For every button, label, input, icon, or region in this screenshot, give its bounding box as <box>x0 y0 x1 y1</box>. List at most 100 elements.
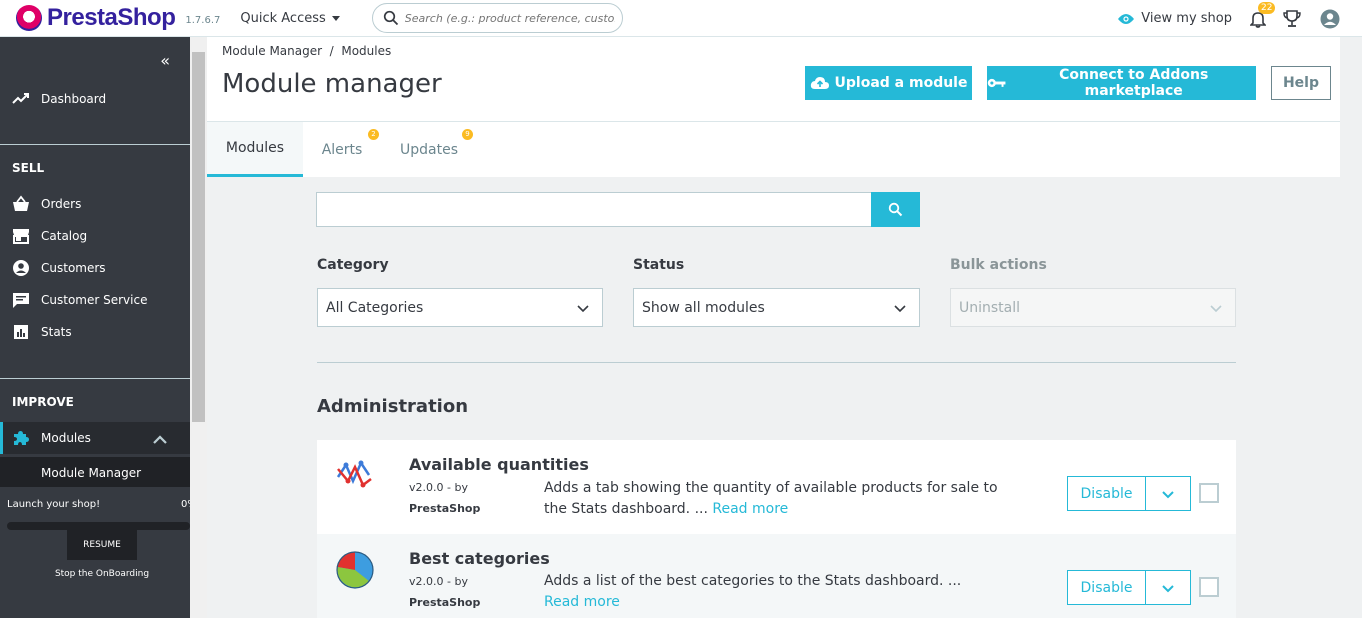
connect-addons-button[interactable]: Connect to Addons marketplace <box>987 66 1256 100</box>
brand-name: PrestaShop <box>47 4 176 31</box>
category-select[interactable]: All Categories <box>317 288 603 327</box>
sidebar-item-label: Catalog <box>41 229 88 243</box>
quick-access-label: Quick Access <box>240 10 326 26</box>
bulk-actions-select: Uninstall <box>950 288 1236 327</box>
line-chart-icon <box>336 460 372 488</box>
disable-button[interactable]: Disable <box>1067 570 1146 605</box>
stop-onboarding-link[interactable]: Stop the OnBoarding <box>0 569 204 579</box>
page-header: Module Manager / Modules Module manager … <box>207 37 1340 177</box>
chevron-down-icon <box>1162 584 1174 592</box>
module-description-text: Adds a list of the best categories to th… <box>544 573 962 589</box>
sidebar-item-customers[interactable]: Customers <box>0 252 190 284</box>
eye-icon <box>1118 13 1135 24</box>
sidebar: « Dashboard SELL Orders Catalog Customer… <box>0 37 197 618</box>
status-select[interactable]: Show all modules <box>633 288 920 327</box>
module-version: v2.0.0 - by <box>409 481 468 494</box>
section-title: Administration <box>317 396 469 417</box>
sidebar-item-label: Modules <box>41 431 91 445</box>
trophy-button[interactable] <box>1282 9 1302 29</box>
category-value: All Categories <box>326 299 424 316</box>
sidebar-item-label: Customers <box>41 261 106 275</box>
sidebar-item-label: Dashboard <box>41 92 107 106</box>
sidebar-item-modules[interactable]: Modules <box>0 422 190 454</box>
upload-module-button[interactable]: Upload a module <box>805 66 972 100</box>
bar-chart-icon <box>14 325 28 339</box>
header-search <box>371 3 623 33</box>
header-search-input[interactable] <box>404 11 615 25</box>
sidebar-item-catalog[interactable]: Catalog <box>0 220 190 252</box>
tab-alerts[interactable]: Alerts 2 <box>303 122 381 177</box>
module-author: PrestaShop <box>409 502 481 515</box>
sidebar-item-module-manager[interactable]: Module Manager <box>0 457 190 489</box>
sidebar-item-orders[interactable]: Orders <box>0 188 190 220</box>
tab-label: Alerts <box>321 141 363 158</box>
user-menu[interactable] <box>1320 9 1340 29</box>
onboarding-title: Launch your shop! <box>7 499 101 510</box>
module-row: Available quantities v2.0.0 - by PrestaS… <box>317 440 1236 534</box>
sidebar-item-dashboard[interactable]: Dashboard <box>0 83 190 115</box>
module-row: Best categories v2.0.0 - by PrestaShop A… <box>317 534 1236 618</box>
module-name: Available quantities <box>409 455 589 474</box>
puzzle-icon <box>14 431 29 445</box>
sidebar-item-label: Customer Service <box>41 293 148 307</box>
sidebar-divider <box>0 144 190 145</box>
module-select-checkbox[interactable] <box>1199 577 1219 597</box>
module-actions-dropdown[interactable] <box>1145 476 1191 511</box>
chat-icon <box>13 293 29 308</box>
category-label: Category <box>317 257 389 273</box>
sidebar-scrollbar[interactable] <box>190 37 207 618</box>
breadcrumb[interactable]: Module Manager / Modules <box>222 44 391 58</box>
read-more-link[interactable]: Read more <box>712 501 788 517</box>
module-search-button[interactable] <box>871 192 920 227</box>
basket-icon <box>13 195 29 211</box>
sidebar-item-label: Stats <box>41 325 72 339</box>
trending-up-icon <box>12 93 29 104</box>
logo[interactable]: PrestaShop 1.7.6.7 <box>16 4 220 32</box>
key-icon <box>987 78 1006 88</box>
caret-down-icon <box>331 15 340 21</box>
collapse-sidebar-icon[interactable]: « <box>160 51 170 70</box>
module-actions-dropdown[interactable] <box>1145 570 1191 605</box>
search-icon <box>383 10 398 26</box>
tab-label: Modules <box>225 140 285 156</box>
notifications-badge: 22 <box>1258 1 1276 14</box>
sidebar-item-stats[interactable]: Stats <box>0 316 190 348</box>
sidebar-divider <box>0 378 190 379</box>
scrollbar-thumb[interactable] <box>192 52 205 422</box>
help-button[interactable]: Help <box>1271 66 1331 100</box>
module-author: PrestaShop <box>409 596 481 609</box>
view-shop-link[interactable]: View my shop <box>1117 11 1232 26</box>
notifications-button[interactable]: 22 <box>1250 1 1276 28</box>
tab-modules[interactable]: Modules <box>207 122 303 177</box>
sidebar-item-label: Orders <box>41 197 82 211</box>
module-description: Adds a list of the best categories to th… <box>544 571 974 613</box>
onboarding-progress-bar <box>7 522 190 530</box>
version-label: 1.7.6.7 <box>185 14 221 26</box>
top-header: PrestaShop 1.7.6.7 Quick Access View my … <box>0 0 1362 37</box>
updates-badge: 9 <box>462 129 473 140</box>
disable-button[interactable]: Disable <box>1067 476 1146 511</box>
prestashop-logo-icon <box>16 5 42 31</box>
account-circle-icon <box>13 260 29 276</box>
chevron-down-icon <box>894 305 906 313</box>
module-name: Best categories <box>409 549 550 568</box>
read-more-link[interactable]: Read more <box>544 594 620 610</box>
bulk-actions-label: Bulk actions <box>950 257 1047 273</box>
sidebar-item-customer-service[interactable]: Customer Service <box>0 284 190 316</box>
filter-divider <box>317 362 1236 363</box>
connect-addons-label: Connect to Addons marketplace <box>1059 67 1209 99</box>
status-label: Status <box>633 257 685 273</box>
module-select-checkbox[interactable] <box>1199 483 1219 503</box>
search-icon <box>888 202 903 217</box>
resume-button[interactable]: RESUME <box>67 530 137 560</box>
cloud-upload-icon <box>810 77 829 89</box>
pie-chart-icon <box>336 551 374 589</box>
sidebar-section-sell: SELL <box>12 161 45 175</box>
quick-access-dropdown[interactable]: Quick Access <box>240 10 340 26</box>
tab-updates[interactable]: Updates 9 <box>387 122 473 177</box>
chevron-down-icon <box>1210 305 1222 313</box>
module-search-input[interactable] <box>316 192 871 227</box>
module-search <box>316 192 920 227</box>
page-title: Module manager <box>222 69 442 99</box>
onboarding-panel: Launch your shop! 0% RESUME Stop the OnB… <box>0 487 197 618</box>
